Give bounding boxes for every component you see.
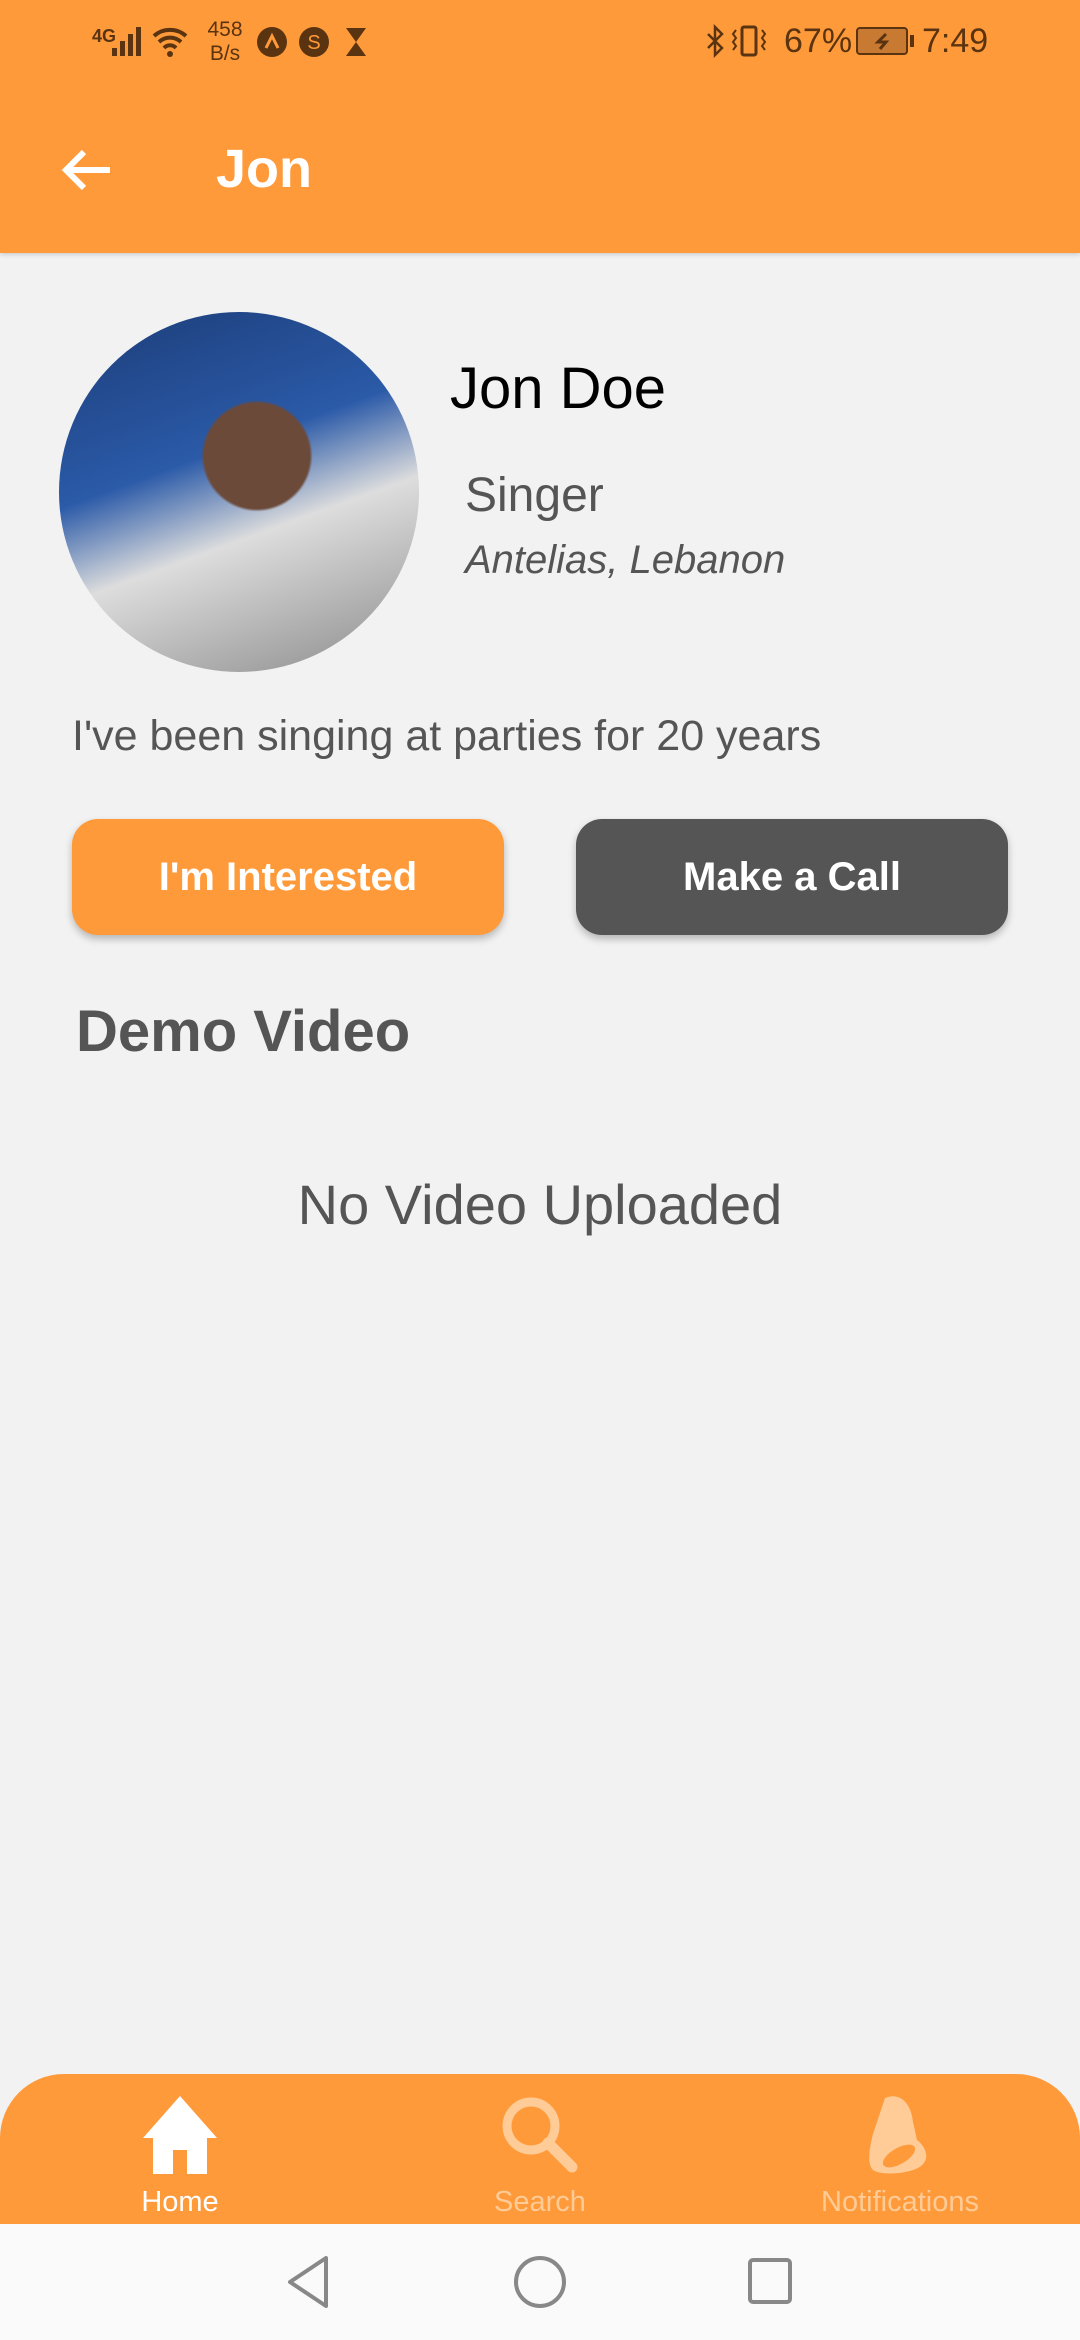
signal-icon — [112, 27, 141, 56]
arrow-left-icon[interactable] — [56, 140, 116, 200]
interested-button[interactable]: I'm Interested — [72, 819, 504, 935]
svg-text:S: S — [307, 32, 320, 54]
avatar — [59, 312, 419, 672]
nav-label: Search — [494, 2186, 586, 2218]
app-header: 4G 458 B/s S 67% 7:49 Jon — [0, 0, 1080, 253]
search-icon — [502, 2097, 578, 2173]
bell-icon — [869, 2096, 927, 2174]
bluetooth-vibrate-icon — [707, 24, 767, 59]
profile-name: Jon Doe — [450, 356, 667, 421]
nav-label: Home — [141, 2186, 219, 2218]
nav-label: Notifications — [821, 2186, 979, 2218]
no-video-message: No Video Uploaded — [297, 1173, 783, 1236]
page-title: Jon — [216, 139, 313, 199]
system-nav-bar — [0, 2224, 1080, 2340]
profile-bio: I've been singing at parties for 20 year… — [72, 712, 822, 760]
bottom-nav: Home Search Notifications — [0, 2074, 1080, 2224]
battery-percent: 67% — [784, 22, 853, 60]
network-speed: 458 B/s — [207, 18, 243, 65]
nav-notifications[interactable]: Notifications — [750, 2074, 1050, 2224]
battery-icon — [856, 27, 914, 55]
wifi-icon — [152, 27, 188, 57]
system-home-icon[interactable] — [512, 2254, 568, 2310]
clock: 7:49 — [922, 22, 989, 60]
system-recents-icon[interactable] — [746, 2256, 796, 2308]
profile-role: Singer — [465, 469, 604, 522]
notification-icons: S — [257, 27, 366, 57]
make-call-button[interactable]: Make a Call — [576, 819, 1008, 935]
home-icon — [143, 2096, 217, 2174]
nav-search[interactable]: Search — [390, 2074, 690, 2224]
system-back-icon[interactable] — [284, 2254, 334, 2310]
demo-video-heading: Demo Video — [76, 999, 411, 1064]
nav-home[interactable]: Home — [30, 2074, 330, 2224]
profile-location: Antelias, Lebanon — [465, 538, 786, 582]
